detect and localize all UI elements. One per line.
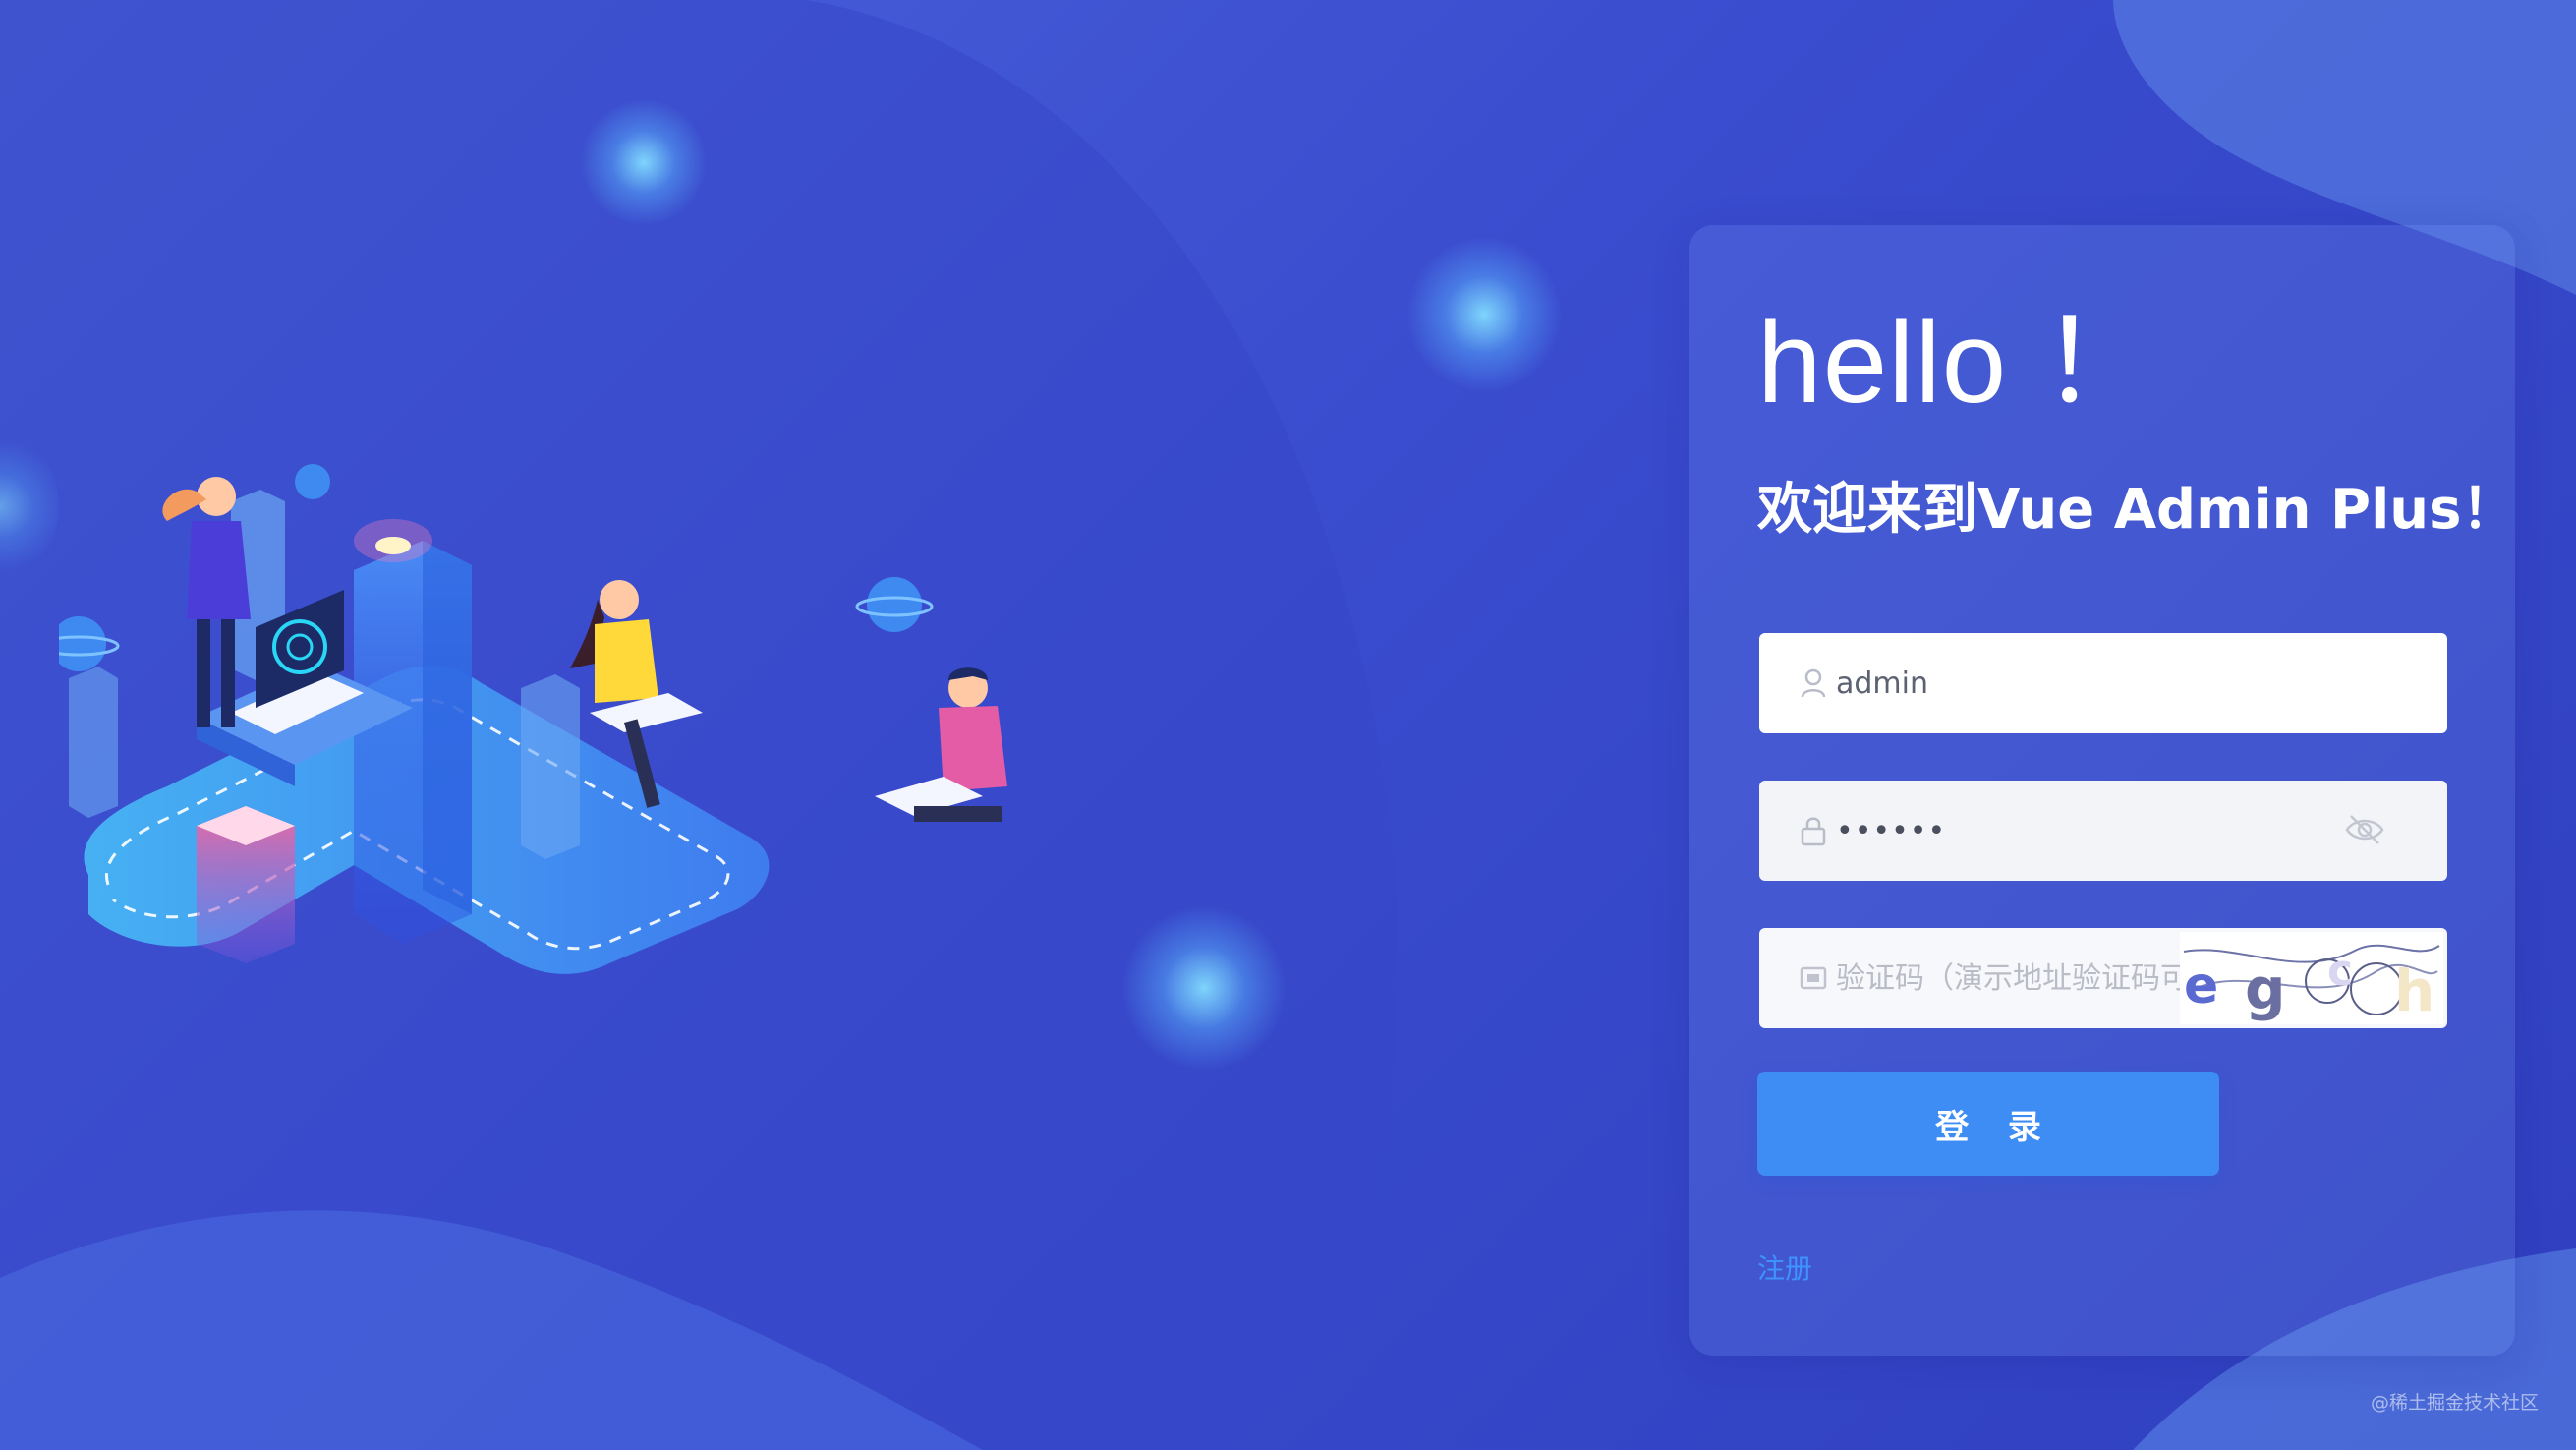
password-input[interactable]: •••••• (1836, 814, 1946, 848)
eye-off-icon[interactable] (2343, 810, 2386, 849)
captcha-input[interactable] (1836, 949, 2190, 1008)
login-page: hello ！ 欢迎来到Vue Admin Plus！ •••••• (0, 0, 2576, 1450)
captcha-image[interactable]: e g c h (2180, 932, 2443, 1024)
svg-text:g: g (2245, 956, 2286, 1022)
username-input[interactable] (1836, 654, 2347, 713)
light-orb (1120, 904, 1288, 1072)
captcha-icon (1797, 958, 1830, 998)
light-orb (0, 433, 59, 580)
lock-icon (1797, 811, 1830, 850)
light-orb (580, 98, 708, 226)
welcome-subtitle: 欢迎来到Vue Admin Plus！ (1757, 478, 2517, 542)
isometric-office-illustration (59, 464, 1007, 974)
password-field[interactable]: •••••• (1759, 781, 2447, 881)
svg-text:c: c (2327, 946, 2353, 996)
greeting-title: hello ！ (1757, 298, 2158, 428)
login-button[interactable]: 登 录 (1757, 1072, 2219, 1176)
light-orb (1405, 236, 1563, 393)
login-card: hello ！ 欢迎来到Vue Admin Plus！ •••••• (1689, 225, 2517, 1356)
svg-text:h: h (2394, 957, 2434, 1024)
captcha-field[interactable]: e g c h (1759, 928, 2447, 1028)
register-link[interactable]: 注册 (1757, 1247, 1812, 1287)
username-field[interactable] (1759, 633, 2447, 733)
user-icon (1797, 664, 1830, 703)
watermark: @稀土掘金技术社区 (2370, 1392, 2539, 1414)
svg-text:e: e (2184, 957, 2218, 1015)
